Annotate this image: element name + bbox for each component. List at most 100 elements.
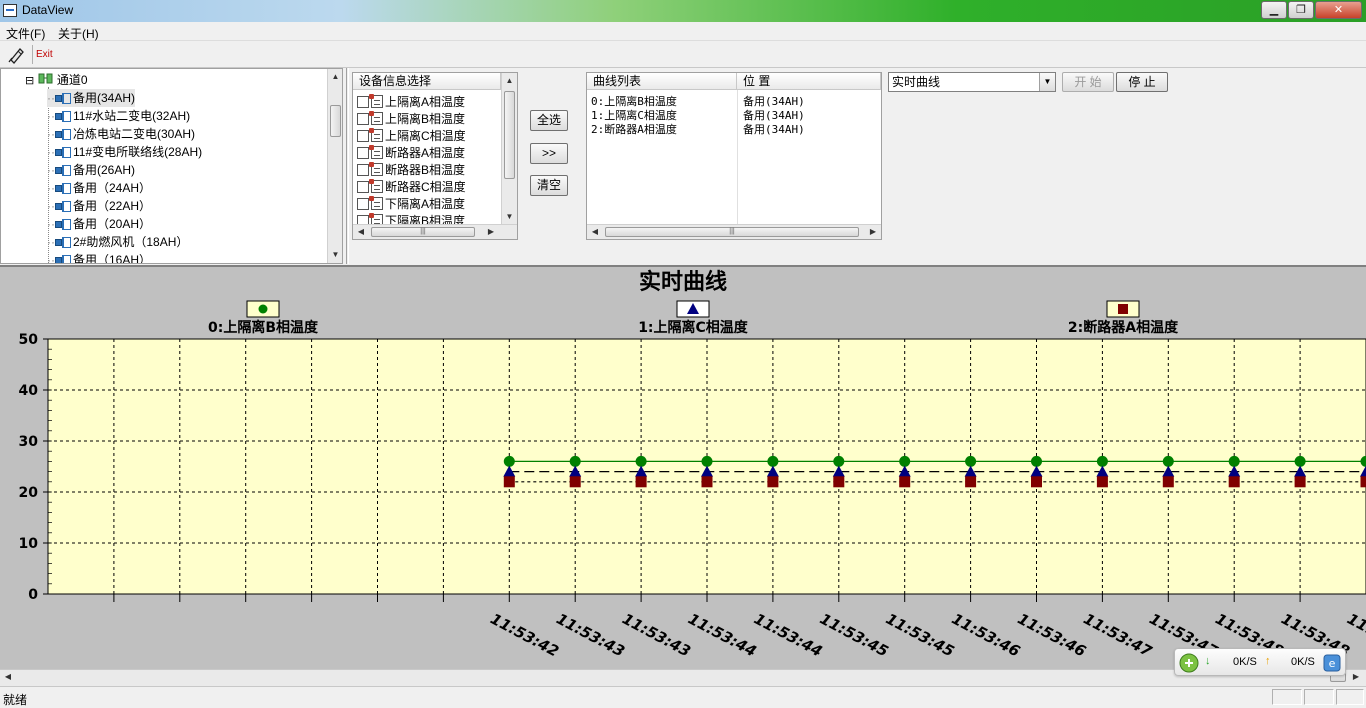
scroll-thumb[interactable] — [330, 105, 341, 137]
device-list-item[interactable]: 上隔离B相温度 — [357, 110, 465, 127]
curve-row-name[interactable]: 2:断路器A相温度 — [591, 121, 677, 135]
point-circle — [1295, 456, 1306, 467]
tree-item[interactable]: ··备用（16AH） — [47, 251, 151, 264]
device-list-item[interactable]: 断路器C相温度 — [357, 178, 466, 195]
stop-button[interactable]: 停 止 — [1116, 72, 1168, 92]
device-list-header[interactable]: 设备信息选择 — [353, 73, 501, 90]
network-speed-widget[interactable]: ↓ 0K/S ↑ 0K/S e — [1174, 648, 1346, 676]
curve-list-hscroll[interactable]: ◀ ||| ▶ — [587, 224, 881, 239]
device-list-hscroll[interactable]: ◀ ||| ▶ — [353, 224, 517, 239]
tree-item[interactable]: ··备用(34AH) — [47, 89, 135, 107]
select-all-button[interactable]: 全选 — [530, 110, 568, 131]
point-circle — [833, 456, 844, 467]
tree-item-label: 11#水站二变电(32AH) — [73, 109, 190, 123]
scroll-down-icon[interactable]: ▼ — [328, 247, 343, 263]
tree-item[interactable]: ··备用（22AH） — [47, 197, 151, 215]
tree-item-label: 备用（22AH） — [73, 199, 151, 213]
tree-guide: ·· — [47, 109, 55, 123]
device-list-item[interactable]: 断路器A相温度 — [357, 144, 465, 161]
clear-button[interactable]: 清空 — [530, 175, 568, 196]
curve-list-col-position[interactable]: 位 置 — [737, 73, 881, 90]
document-icon — [371, 95, 383, 108]
document-icon — [371, 112, 383, 125]
tree-scrollbar[interactable]: ▲ ▼ — [327, 69, 343, 263]
scroll-up-icon[interactable]: ▲ — [502, 73, 517, 89]
menu-about[interactable]: 关于(H) — [58, 25, 99, 42]
point-circle — [1031, 456, 1042, 467]
point-circle — [1163, 456, 1174, 467]
device-checkbox[interactable] — [357, 96, 369, 108]
device-node-icon — [55, 128, 69, 140]
chevron-down-icon[interactable]: ▼ — [1039, 73, 1055, 91]
splitter[interactable] — [346, 68, 349, 264]
device-checkbox[interactable] — [357, 164, 369, 176]
document-icon — [371, 197, 383, 210]
device-item-label: 上隔离A相温度 — [385, 95, 465, 109]
scroll-up-icon[interactable]: ▲ — [328, 69, 343, 85]
curve-list-col-name[interactable]: 曲线列表 — [587, 73, 737, 90]
status-text: 就绪 — [3, 691, 27, 708]
scroll-right-icon[interactable]: ▶ — [865, 225, 881, 239]
maximize-button[interactable]: ❐ — [1288, 1, 1314, 19]
device-list-item[interactable]: 断路器B相温度 — [357, 161, 465, 178]
device-list-item[interactable]: 上隔离C相温度 — [357, 127, 466, 144]
realtime-chart: 实时曲线0102030405011:53:4211:53:4311:53:431… — [0, 267, 1366, 671]
scroll-thumb[interactable] — [504, 91, 515, 179]
scroll-down-icon[interactable]: ▼ — [502, 209, 517, 225]
point-circle — [965, 456, 976, 467]
point-square — [702, 476, 713, 487]
tree-item[interactable]: ··2#助燃风机（18AH） — [47, 233, 188, 251]
curve-row-position[interactable]: 备用(34AH) — [743, 93, 805, 107]
status-cell — [1272, 689, 1302, 705]
x-tick-label: 11:53:43 — [553, 610, 627, 661]
window-title: DataView — [22, 3, 73, 17]
scroll-right-icon[interactable]: ▶ — [483, 225, 499, 239]
scroll-thumb[interactable]: ||| — [371, 227, 475, 237]
tree-item[interactable]: ··备用（24AH） — [47, 179, 151, 197]
document-icon — [371, 163, 383, 176]
tree-item[interactable]: ··备用（20AH） — [47, 215, 151, 233]
edit-tool-button[interactable] — [6, 44, 30, 65]
scroll-left-icon[interactable]: ◀ — [587, 225, 603, 239]
curve-row-position[interactable]: 备用(34AH) — [743, 121, 805, 135]
start-button[interactable]: 开 始 — [1062, 72, 1114, 92]
scroll-left-icon[interactable]: ◀ — [353, 225, 369, 239]
device-checkbox[interactable] — [357, 147, 369, 159]
scroll-thumb[interactable]: ||| — [605, 227, 859, 237]
menu-bar: 文件(F) 关于(H) — [0, 22, 1366, 41]
curve-row-position[interactable]: 备用(34AH) — [743, 107, 805, 121]
curve-row-name[interactable]: 0:上隔离B相温度 — [591, 93, 677, 107]
device-checkbox[interactable] — [357, 113, 369, 125]
tree-item[interactable]: ··备用(26AH) — [47, 161, 135, 179]
collapse-icon[interactable]: ⊟ — [25, 75, 34, 87]
point-square — [504, 476, 515, 487]
title-bar: DataView ▁ ❐ ✕ — [0, 0, 1366, 22]
tree-root[interactable]: ⊟ 通道0 — [25, 71, 88, 89]
device-list-item[interactable]: 上隔离A相温度 — [357, 93, 465, 110]
close-button[interactable]: ✕ — [1315, 1, 1362, 19]
chart-hscroll[interactable]: ◀ ▶ — [0, 669, 1366, 686]
minimize-button[interactable]: ▁ — [1261, 1, 1287, 19]
legend-label: 0:上隔离B相温度 — [208, 319, 319, 336]
device-checkbox[interactable] — [357, 130, 369, 142]
tree-item[interactable]: ··冶炼电站二变电(30AH) — [47, 125, 195, 143]
device-node-icon — [55, 182, 69, 194]
exit-button[interactable]: Exit — [36, 44, 60, 65]
device-list-vscroll[interactable]: ▲ ▼ — [501, 73, 517, 225]
size-grip[interactable] — [1336, 689, 1364, 705]
tree-item[interactable]: ·· 11#水站二变电(32AH) — [47, 107, 190, 125]
tree-item-label: 11#变电所联络线(28AH) — [73, 145, 202, 159]
device-checkbox[interactable] — [357, 181, 369, 193]
add-curve-button[interactable]: >> — [530, 143, 568, 164]
document-icon — [371, 129, 383, 142]
scroll-left-icon[interactable]: ◀ — [0, 670, 16, 684]
curve-mode-select[interactable]: 实时曲线 ▼ — [888, 72, 1056, 92]
tree-item[interactable]: ··11#变电所联络线(28AH) — [47, 143, 202, 161]
scroll-right-icon[interactable]: ▶ — [1348, 670, 1364, 684]
x-tick-label: 11:53:44 — [685, 610, 759, 661]
menu-file[interactable]: 文件(F) — [6, 25, 45, 42]
curve-row-name[interactable]: 1:上隔离C相温度 — [591, 107, 677, 121]
device-checkbox[interactable] — [357, 198, 369, 210]
x-tick-label: 11:53:44 — [751, 610, 825, 661]
device-list-item[interactable]: 下隔离A相温度 — [357, 195, 465, 212]
